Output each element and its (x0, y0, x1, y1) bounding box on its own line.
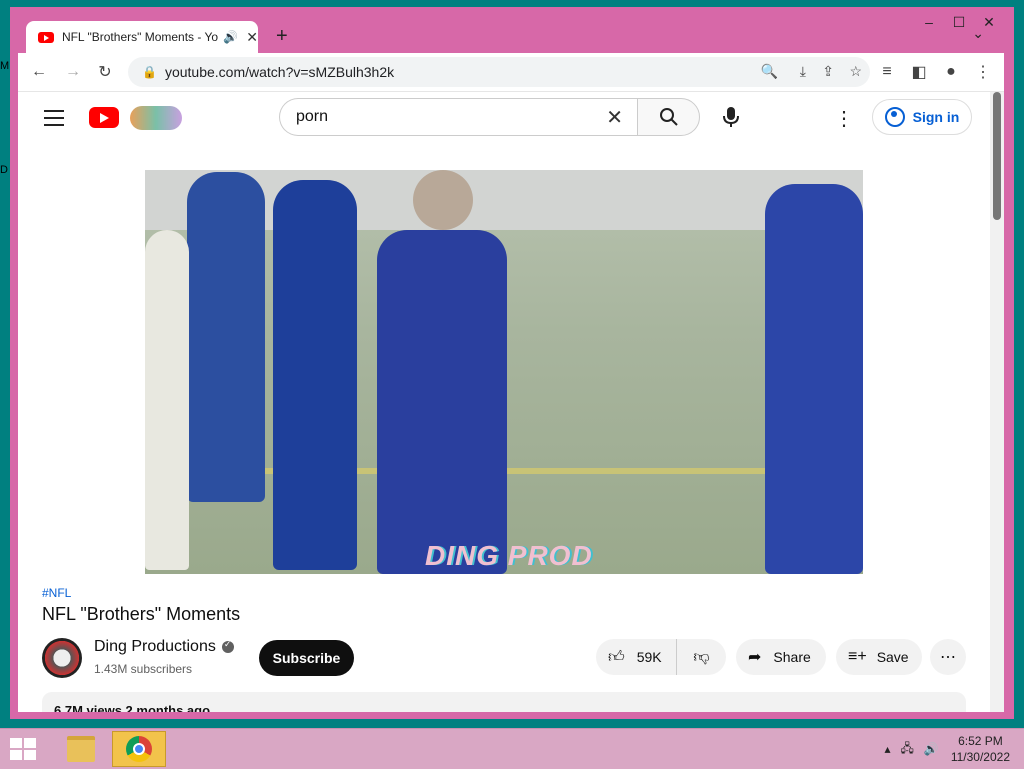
clock-date: 11/30/2022 (950, 750, 1010, 764)
video-title: NFL "Brothers" Moments (42, 604, 241, 624)
share-page-icon[interactable]: ⇪ (822, 63, 834, 80)
folder-icon (67, 736, 95, 762)
profile-avatar-icon[interactable]: ● (940, 61, 962, 83)
subscriber-count: 1.43M subscribers (94, 662, 193, 676)
share-button[interactable]: ➦ Share (736, 639, 826, 675)
volume-icon[interactable]: 🔊 (924, 742, 939, 756)
taskbar-file-explorer[interactable] (54, 731, 108, 767)
video-figure-player-center (377, 230, 507, 574)
scrollbar-thumb[interactable] (993, 92, 1001, 220)
search-icon (659, 108, 678, 126)
tray-overflow-chevron-icon[interactable]: ▴ (884, 742, 890, 756)
url-text[interactable]: youtube.com/watch?v=sMZBulh3h2k (165, 64, 394, 80)
like-button[interactable]: 👍︎ 59K (596, 639, 676, 675)
verified-check-icon (221, 639, 234, 653)
browser-menu-icon[interactable]: ⋮ (972, 61, 994, 83)
youtube-page: porn ✕ ⋮ Sign in DING PROD #NFL NFL "Bro… (18, 92, 990, 712)
windows-taskbar: ▴ 🖧 🔊 6:52 PM 11/30/2022 (0, 728, 1024, 769)
share-label: Share (773, 649, 811, 665)
browser-content: ← → ↻ 🔒 youtube.com/watch?v=sMZBulh3h2k … (18, 53, 1004, 712)
new-tab-button[interactable]: + (276, 25, 288, 48)
sign-in-label: Sign in (912, 109, 960, 125)
video-figure-player-helmet (413, 170, 473, 230)
youtube-favicon-icon (38, 31, 54, 43)
media-control-icon[interactable]: ≡ (876, 61, 898, 83)
description-preview: 6.7M views 2 months ago (54, 703, 211, 712)
thumbs-up-icon: 👍︎ (608, 648, 625, 666)
search-button[interactable] (637, 98, 700, 136)
video-hashtag-link[interactable]: #NFL (42, 586, 71, 600)
video-watermark: DING PROD (425, 540, 593, 571)
voice-search-button[interactable] (714, 100, 748, 134)
install-app-icon[interactable]: ⤓ (800, 63, 806, 80)
subscribe-button[interactable]: Subscribe (259, 640, 354, 676)
description-box[interactable]: 6.7M views 2 months ago (42, 692, 966, 712)
back-button[interactable]: ← (28, 61, 50, 83)
lock-icon[interactable]: 🔒 (142, 65, 157, 79)
settings-more-icon[interactable]: ⋮ (834, 106, 854, 131)
tab-search-chevron-icon[interactable]: ⌄ (972, 25, 984, 42)
add-to-playlist-icon: ≡+ (848, 648, 867, 665)
forward-button[interactable]: → (62, 61, 84, 83)
reload-button[interactable]: ↻ (94, 61, 116, 83)
video-figure-staff (273, 180, 357, 570)
dislike-button[interactable]: 👎︎ (676, 639, 726, 675)
speaker-icon[interactable]: 🔊 (223, 30, 238, 44)
taskbar-clock[interactable]: 6:52 PM 11/30/2022 (951, 733, 1010, 765)
save-button[interactable]: ≡+ Save (836, 639, 922, 675)
user-circle-icon (884, 107, 905, 127)
taskbar-chrome[interactable] (112, 731, 166, 767)
youtube-logo[interactable] (89, 107, 119, 128)
search-input[interactable]: porn ✕ (279, 98, 637, 136)
channel-name[interactable]: Ding Productions (94, 638, 216, 655)
tab-youtube[interactable]: NFL "Brothers" Moments - Yo 🔊 ✕ (26, 21, 258, 53)
search-query-text[interactable]: porn (296, 108, 606, 126)
video-figure-player-left (145, 230, 189, 570)
chrome-icon (126, 736, 152, 762)
system-tray: ▴ 🖧 🔊 6:52 PM 11/30/2022 (884, 733, 1010, 765)
start-button[interactable] (10, 738, 38, 760)
thumbs-down-icon: 👎︎ (693, 648, 710, 666)
share-arrow-icon: ➦ (748, 649, 762, 666)
microphone-icon (723, 107, 739, 127)
browser-window: – ☐ ✕ NFL "Brothers" Moments - Yo 🔊 ✕ + … (10, 7, 1014, 719)
menu-hamburger-icon[interactable] (44, 110, 64, 131)
video-figure-player-right (765, 184, 863, 574)
browser-toolbar: ← → ↻ 🔒 youtube.com/watch?v=sMZBulh3h2k … (18, 53, 1004, 92)
channel-avatar[interactable] (42, 638, 82, 678)
more-actions-button[interactable]: ⋯ (930, 639, 966, 675)
youtube-doodle-image[interactable] (130, 106, 182, 130)
page-scrollbar[interactable] (990, 92, 1004, 712)
side-panel-icon[interactable]: ◧ (908, 61, 930, 83)
clock-time: 6:52 PM (958, 734, 1003, 748)
clear-search-icon[interactable]: ✕ (606, 105, 623, 130)
bookmark-star-icon[interactable]: ☆ (849, 63, 862, 80)
video-player[interactable]: DING PROD (145, 170, 863, 574)
tab-close-icon[interactable]: ✕ (246, 29, 258, 46)
more-horizontal-icon: ⋯ (940, 649, 956, 666)
address-bar[interactable]: 🔒 youtube.com/watch?v=sMZBulh3h2k 🔍 ⤓ ⇪ … (128, 57, 870, 87)
save-label: Save (876, 649, 909, 665)
like-count: 59K (636, 649, 662, 665)
search-page-icon[interactable]: 🔍 (761, 63, 778, 80)
sign-in-button[interactable]: Sign in (872, 99, 972, 135)
tab-title: NFL "Brothers" Moments - Yo (61, 30, 219, 44)
tab-strip: NFL "Brothers" Moments - Yo 🔊 ✕ + ⌄ (18, 15, 996, 53)
video-figure-coach (187, 172, 265, 502)
channel-name-row[interactable]: Ding Productions (94, 638, 234, 656)
network-icon[interactable]: 🖧 (900, 739, 913, 760)
